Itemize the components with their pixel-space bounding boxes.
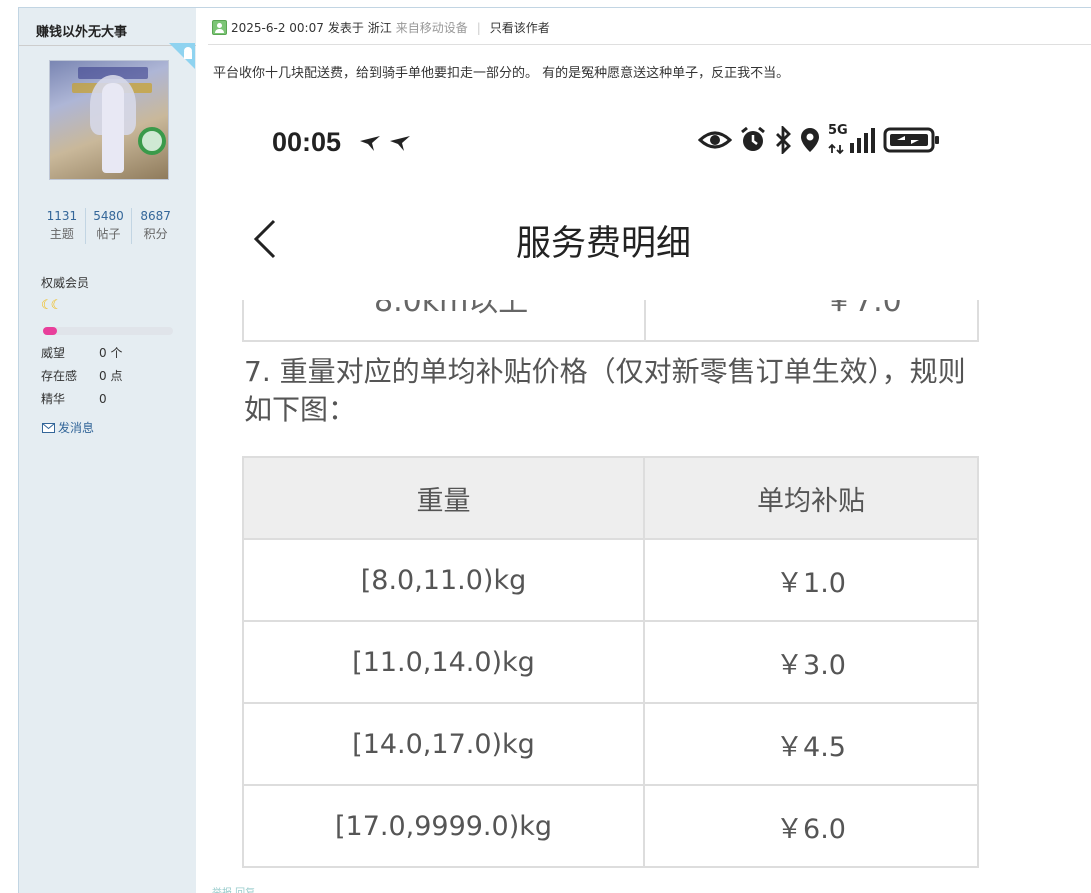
table-divider <box>644 300 646 340</box>
field-value: 0 点 <box>99 369 123 383</box>
alarm-icon <box>741 126 765 151</box>
field-key: 精华 <box>41 392 66 406</box>
post-body: 平台收你十几块配送费，给到骑手单他要扣走一部分的。 有的是冤种愿意送这种单子，反… <box>213 66 790 81</box>
rule-description: 7. 重量对应的单均补贴价格（仅对新零售订单生效），规则如下图： <box>244 355 966 426</box>
signal-icon: 5G <box>828 123 876 155</box>
field-value: 0 <box>99 392 107 406</box>
field-presence: 存在感 0 点 <box>41 367 122 384</box>
table-row: [17.0,9999.0)kg ￥6.0 <box>242 784 979 868</box>
weight-cell: [8.0,11.0)kg <box>242 538 645 622</box>
subsidy-cell: ￥4.5 <box>643 702 979 786</box>
subsidy-cell: ￥6.0 <box>643 784 979 868</box>
stat-posts[interactable]: 5480 帖子 <box>86 208 133 244</box>
table-row: [14.0,17.0)kg ￥4.5 <box>242 702 979 786</box>
avatar-decor <box>138 127 166 155</box>
send-message-link[interactable]: 发消息 <box>42 419 94 436</box>
stat-points[interactable]: 8687 积分 <box>132 208 179 244</box>
field-value: 0 个 <box>99 346 123 360</box>
cut-cell-left: 8.0km以上 <box>374 300 529 319</box>
author-stats: 1131 主题 5480 帖子 8687 积分 <box>39 208 179 244</box>
status-time: 00:05 <box>272 127 342 157</box>
post-meta: 2025-6-2 00:07 发表于 浙江 来自移动设备 | 只看该作者 <box>212 19 550 36</box>
rank-moon-icons: ☾☾ <box>41 298 62 313</box>
eye-icon <box>698 131 732 149</box>
stat-label: 主题 <box>49 227 74 241</box>
cut-cell-right: ￥7.0 <box>824 300 902 319</box>
stat-label: 积分 <box>143 227 168 241</box>
footer-link[interactable]: 举报 回复 <box>212 884 255 893</box>
post-time: 2025-6-2 00:07 <box>231 20 324 35</box>
divider <box>208 44 1091 45</box>
android-badge-icon <box>169 43 195 69</box>
stat-number: 8687 <box>140 209 171 223</box>
avatar-decor <box>102 83 124 173</box>
table-row: [11.0,14.0)kg ￥3.0 <box>242 620 979 704</box>
field-digest: 精华 0 <box>41 390 107 407</box>
level-progress-fill <box>43 327 58 335</box>
author-username[interactable]: 赚钱以外无大事 <box>36 21 127 40</box>
battery-charging-icon <box>883 127 939 153</box>
author-sidebar: 赚钱以外无大事 1131 主题 5480 帖子 8687 积分 权威会员 ☾☾ … <box>19 8 196 893</box>
bluetooth-icon <box>776 126 791 154</box>
location-icon <box>801 128 819 152</box>
page-title: 服务费明细 <box>516 224 692 264</box>
separator: | <box>476 20 481 35</box>
field-key: 存在感 <box>41 369 78 383</box>
table-header-row: 重量 单均补贴 <box>242 456 979 540</box>
weight-cell: [14.0,17.0)kg <box>242 702 645 786</box>
weight-cell: [17.0,9999.0)kg <box>242 784 645 868</box>
send-message-label: 发消息 <box>58 421 95 435</box>
post-location: 发表于 浙江 <box>327 21 392 35</box>
subsidy-cell: ￥3.0 <box>643 620 979 704</box>
stat-threads[interactable]: 1131 主题 <box>39 208 86 244</box>
online-user-icon <box>212 20 227 35</box>
stat-number: 1131 <box>46 209 78 223</box>
post-device[interactable]: 来自移动设备 <box>396 19 468 36</box>
cut-table-row: 8.0km以上 ￥7.0 <box>242 300 979 342</box>
only-author-link[interactable]: 只看该作者 <box>490 19 550 36</box>
user-rank[interactable]: 权威会员 <box>41 274 89 291</box>
field-key: 威望 <box>41 346 66 360</box>
table-row: [8.0,11.0)kg ￥1.0 <box>242 538 979 622</box>
back-arrow-icon[interactable] <box>248 217 288 261</box>
stat-label: 帖子 <box>96 227 121 241</box>
field-prestige: 威望 0 个 <box>41 344 122 361</box>
stat-number: 5480 <box>93 209 124 223</box>
bird-notification-icon <box>360 136 410 151</box>
weight-cell: [11.0,14.0)kg <box>242 620 645 704</box>
subsidy-table: 重量 单均补贴 [8.0,11.0)kg ￥1.0 [11.0,14.0)kg … <box>242 456 979 868</box>
envelope-icon <box>42 422 55 433</box>
column-header: 单均补贴 <box>643 456 979 540</box>
status-bar-icons: 5G <box>698 123 941 155</box>
level-progress-bar <box>43 327 173 335</box>
attached-screenshot[interactable]: 00:05 5G 服务费明细 8.0km以上 ￥7.0 7. 重量对应的单均补贴… <box>208 95 1018 885</box>
avatar[interactable] <box>49 60 169 180</box>
subsidy-cell: ￥1.0 <box>643 538 979 622</box>
column-header: 重量 <box>242 456 645 540</box>
